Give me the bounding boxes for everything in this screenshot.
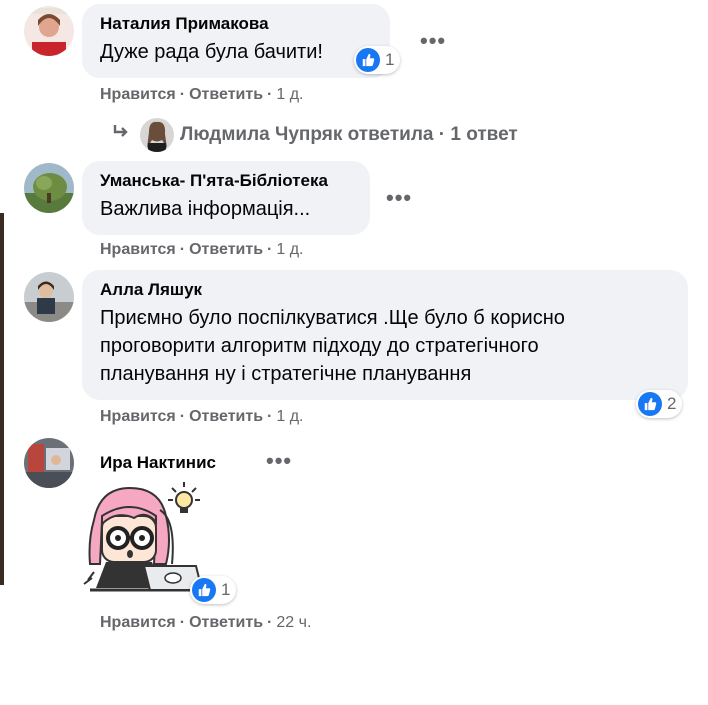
comment-bubble: Наталия Примакова Дуже рада була бачити! xyxy=(82,4,390,78)
reaction-summary[interactable]: 1 xyxy=(354,46,401,74)
comment-1: Наталия Примакова Дуже рада була бачити!… xyxy=(24,4,624,106)
more-dots-icon[interactable]: ••• xyxy=(266,450,292,472)
avatar[interactable] xyxy=(24,438,74,488)
comment-3: Алла Ляшук Приємно було поспілкуватися .… xyxy=(24,270,704,432)
reaction-summary[interactable]: 1 xyxy=(190,576,237,604)
comment-time[interactable]: 1 д. xyxy=(276,408,303,425)
like-action[interactable]: Нравится xyxy=(100,614,176,631)
avatar[interactable] xyxy=(24,6,74,56)
comment-time[interactable]: 22 ч. xyxy=(276,614,311,631)
comment-text-line: Приємно було поспілкуватися .Ще було б к… xyxy=(100,307,565,329)
like-action[interactable]: Нравится xyxy=(100,86,176,103)
reply-action[interactable]: Ответить xyxy=(189,241,263,258)
lightbulb-icon xyxy=(168,482,200,513)
comment-text-line: проговорити алгоритм підходу до стратегі… xyxy=(100,335,539,357)
reaction-summary[interactable]: 2 xyxy=(636,390,683,418)
left-edge-strip xyxy=(0,213,4,585)
comment-author[interactable]: Ира Нактинис xyxy=(100,452,216,473)
reply-arrow-icon xyxy=(112,123,130,147)
comment-2: Уманська- П'ята-Бібліотека Важлива інфор… xyxy=(24,161,624,263)
comment-text: Приємно було поспілкуватися .Ще було б к… xyxy=(100,304,674,388)
reply-action[interactable]: Ответить xyxy=(189,408,263,425)
more-dots-icon[interactable]: ••• xyxy=(420,30,446,52)
replies-link[interactable]: Людмила Чупряк ответила · 1 ответ xyxy=(112,118,518,152)
reply-action[interactable]: Ответить xyxy=(189,614,263,631)
comment-time[interactable]: 1 д. xyxy=(276,241,303,258)
reaction-count: 1 xyxy=(385,50,395,69)
reply-count[interactable]: 1 ответ xyxy=(450,124,517,146)
reply-action-text: ответила xyxy=(347,124,434,145)
reply-action[interactable]: Ответить xyxy=(189,86,263,103)
like-action[interactable]: Нравится xyxy=(100,241,176,258)
like-thumb-icon xyxy=(356,48,380,72)
avatar[interactable] xyxy=(24,272,74,322)
comment-text: Важлива інформація... xyxy=(100,198,311,220)
reaction-count: 1 xyxy=(221,580,231,599)
comment-text-line: планування ну і стратегічне планування xyxy=(100,363,472,385)
reaction-count: 2 xyxy=(667,394,677,413)
like-thumb-icon xyxy=(192,578,216,602)
comment-bubble: Алла Ляшук Приємно було поспілкуватися .… xyxy=(82,270,688,400)
comment-actions: Нравится · Ответить · 1 д. xyxy=(100,86,304,103)
comment-bubble: Уманська- П'ята-Бібліотека Важлива інфор… xyxy=(82,161,370,235)
comment-actions: Нравится · Ответить · 1 д. xyxy=(100,241,304,258)
like-action[interactable]: Нравится xyxy=(100,408,176,425)
comment-author[interactable]: Алла Ляшук xyxy=(100,279,674,300)
more-dots-icon[interactable]: ••• xyxy=(386,187,412,209)
reply-author[interactable]: Людмила Чупряк xyxy=(180,124,342,146)
avatar[interactable] xyxy=(24,163,74,213)
sticker-image xyxy=(80,480,210,598)
comment-author[interactable]: Уманська- П'ята-Бібліотека xyxy=(100,170,356,191)
like-thumb-icon xyxy=(638,392,662,416)
comment-actions: Нравится · Ответить · 1 д. xyxy=(100,408,304,425)
comment-time[interactable]: 1 д. xyxy=(276,86,303,103)
comment-actions: Нравится · Ответить · 22 ч. xyxy=(100,614,312,631)
comment-author[interactable]: Наталия Примакова xyxy=(100,13,376,34)
comment-4: Ира Нактинис ••• 1 Нравится · Ответить ·… xyxy=(24,438,624,638)
comment-text: Дуже рада була бачити! xyxy=(100,41,323,63)
reply-avatar xyxy=(140,118,174,152)
